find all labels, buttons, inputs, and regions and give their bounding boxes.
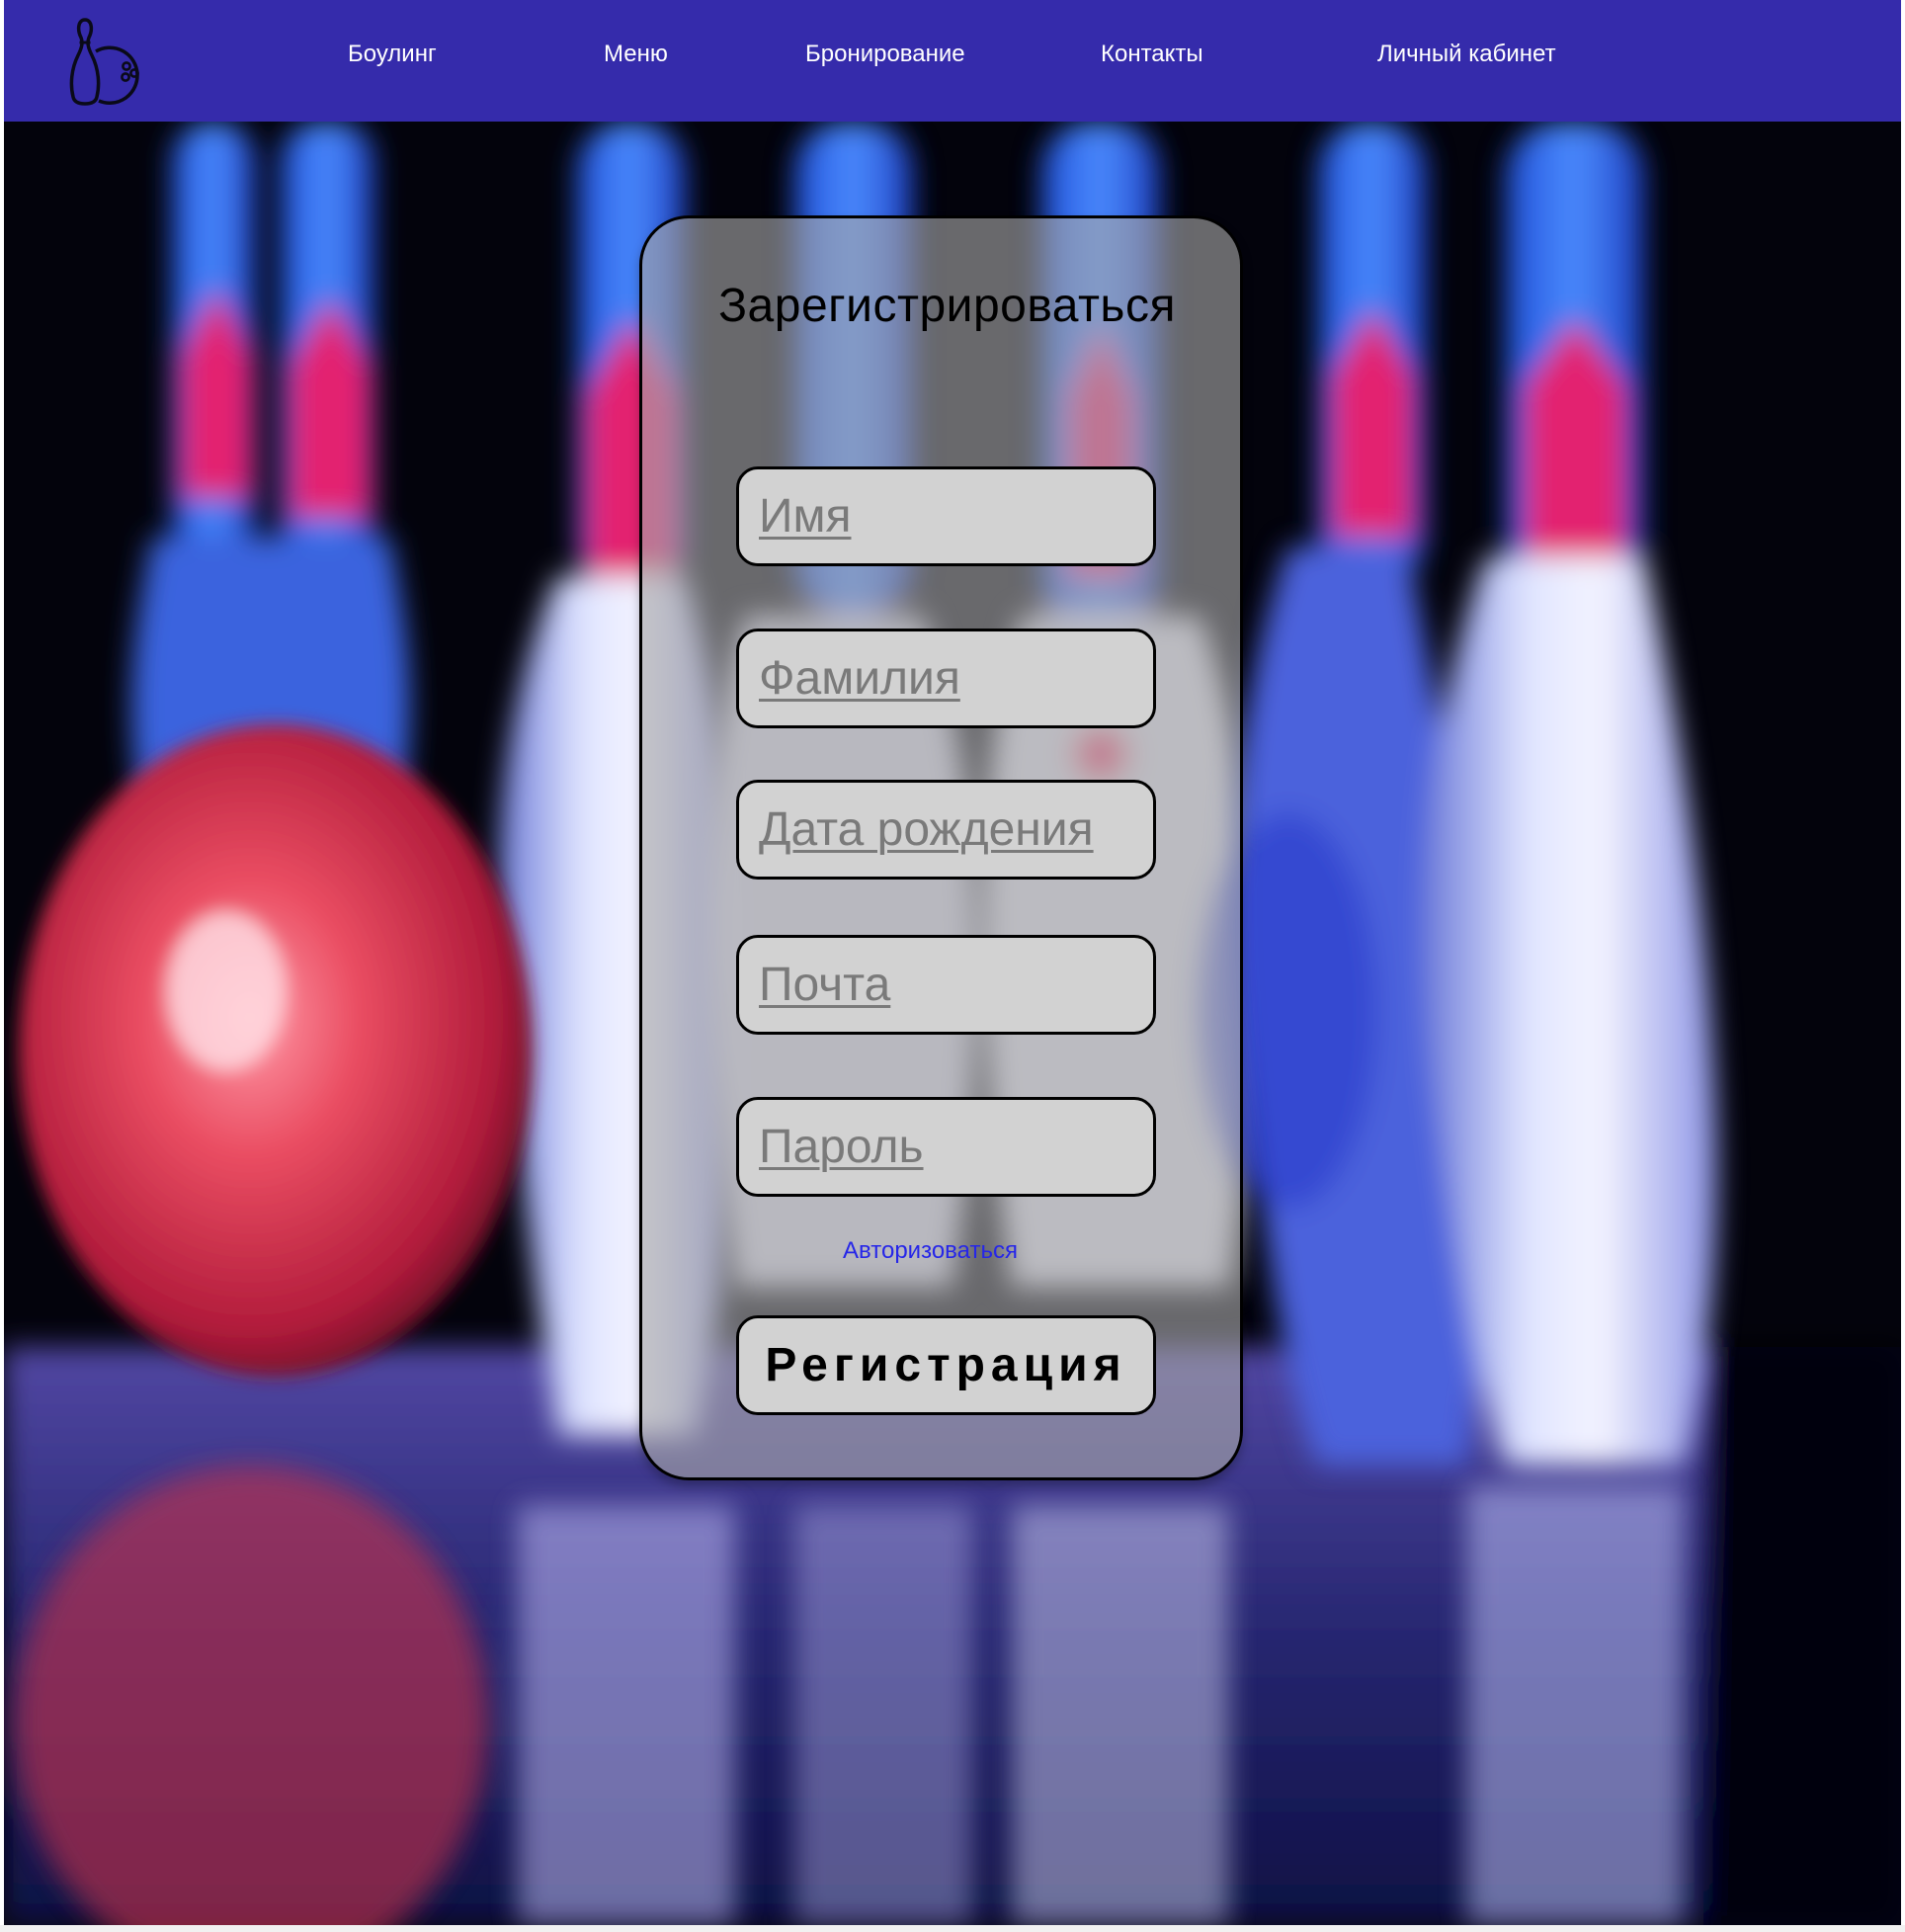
registration-page: Боулинг Меню Бронирование Контакты Личны… — [4, 0, 1901, 1925]
nav-menu[interactable]: Меню — [604, 40, 668, 69]
bowling-logo-icon[interactable] — [69, 16, 154, 107]
birth-date-field[interactable]: Дата рождения — [736, 780, 1156, 880]
nav-personal-account[interactable]: Личный кабинет — [1377, 40, 1556, 69]
login-link[interactable]: Авторизоваться — [642, 1236, 1240, 1266]
password-placeholder: Пароль — [759, 1121, 924, 1173]
nav-bowling[interactable]: Боулинг — [348, 40, 437, 69]
birth-date-placeholder: Дата рождения — [759, 803, 1094, 856]
last-name-field[interactable]: Фамилия — [736, 629, 1156, 728]
registration-form-card: Зарегистрироваться Имя Фамилия Дата рожд… — [639, 215, 1243, 1480]
register-button[interactable]: Регистрация — [736, 1315, 1156, 1415]
first-name-field[interactable]: Имя — [736, 466, 1156, 566]
first-name-placeholder: Имя — [759, 490, 852, 543]
password-field[interactable]: Пароль — [736, 1097, 1156, 1197]
nav-booking[interactable]: Бронирование — [805, 40, 965, 69]
nav-contacts[interactable]: Контакты — [1101, 40, 1203, 69]
email-placeholder: Почта — [759, 959, 891, 1011]
register-button-label: Регистрация — [765, 1339, 1127, 1391]
top-navigation-bar: Боулинг Меню Бронирование Контакты Личны… — [4, 0, 1901, 122]
last-name-placeholder: Фамилия — [759, 652, 960, 705]
page-bottom-edge — [0, 1925, 1905, 1932]
email-field[interactable]: Почта — [736, 935, 1156, 1035]
form-title: Зарегистрироваться — [718, 280, 1176, 332]
